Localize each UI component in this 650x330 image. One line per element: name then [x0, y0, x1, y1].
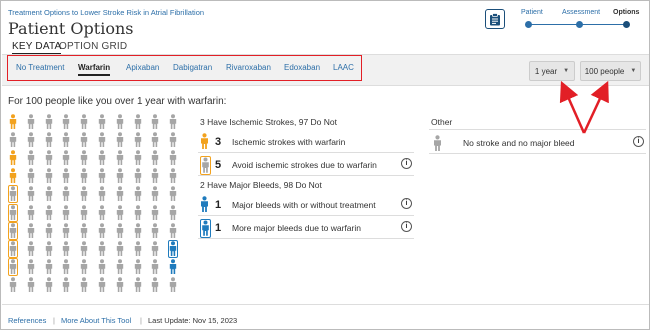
app-frame: Treatment Options to Lower Stroke Risk i…	[0, 0, 650, 330]
annotation-arrows	[559, 80, 609, 134]
annotation-arrow-population	[582, 80, 609, 134]
annotation-arrow-time	[559, 80, 586, 134]
